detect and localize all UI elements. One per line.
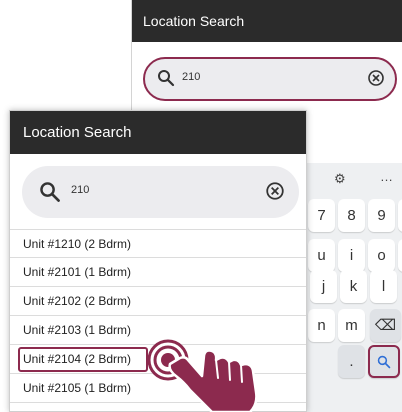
list-item[interactable]: Unit #2102 (2 Bdrm) <box>10 287 306 316</box>
key-p[interactable]: p <box>398 239 402 272</box>
backspace-key[interactable]: ⌫ <box>370 309 401 342</box>
key-j[interactable]: j <box>310 270 337 303</box>
list-item-label: Unit #2103 (1 Bdrm) <box>23 323 132 337</box>
clear-icon[interactable] <box>265 181 285 201</box>
page-title: Location Search <box>143 13 245 29</box>
keyboard-search-key[interactable] <box>368 345 400 378</box>
search-value: 210 <box>182 71 201 83</box>
page-title: Location Search <box>23 124 132 141</box>
app-bar: Location Search <box>132 0 402 42</box>
key-8[interactable]: 8 <box>338 199 365 232</box>
search-icon <box>158 70 175 87</box>
app-bar: Location Search <box>10 111 306 154</box>
key-l[interactable]: l <box>370 270 397 303</box>
key-k[interactable]: k <box>340 270 367 303</box>
search-input[interactable]: 210 <box>143 57 397 101</box>
list-item-label: Unit #2101 (1 Bdrm) <box>23 265 132 279</box>
list-item[interactable]: Unit #1210 (2 Bdrm) <box>10 229 306 258</box>
key-m[interactable]: m <box>338 309 365 342</box>
key-o[interactable]: o <box>368 239 395 272</box>
key-period[interactable]: . <box>338 345 365 378</box>
key-i[interactable]: i <box>338 239 365 272</box>
selection-highlight <box>18 347 148 372</box>
search-icon <box>377 355 391 369</box>
key-9[interactable]: 9 <box>368 199 395 232</box>
search-icon <box>40 182 60 202</box>
list-item-label: Unit #2102 (2 Bdrm) <box>23 294 132 308</box>
key-0[interactable]: 0 <box>398 199 402 232</box>
tap-hand-icon <box>147 339 258 412</box>
key-n[interactable]: n <box>308 309 335 342</box>
key-7[interactable]: 7 <box>308 199 335 232</box>
list-item[interactable]: Unit #2101 (1 Bdrm) <box>10 258 306 287</box>
more-icon[interactable]: … <box>380 169 393 184</box>
gear-icon[interactable]: ⚙ <box>334 171 346 187</box>
list-item-label: Unit #2105 (1 Bdrm) <box>23 381 132 395</box>
search-input[interactable]: 210 <box>22 166 299 218</box>
clear-icon[interactable] <box>367 69 385 87</box>
list-item-label: Unit #1210 (2 Bdrm) <box>23 237 132 251</box>
key-u[interactable]: u <box>308 239 335 272</box>
search-value: 210 <box>71 184 90 196</box>
